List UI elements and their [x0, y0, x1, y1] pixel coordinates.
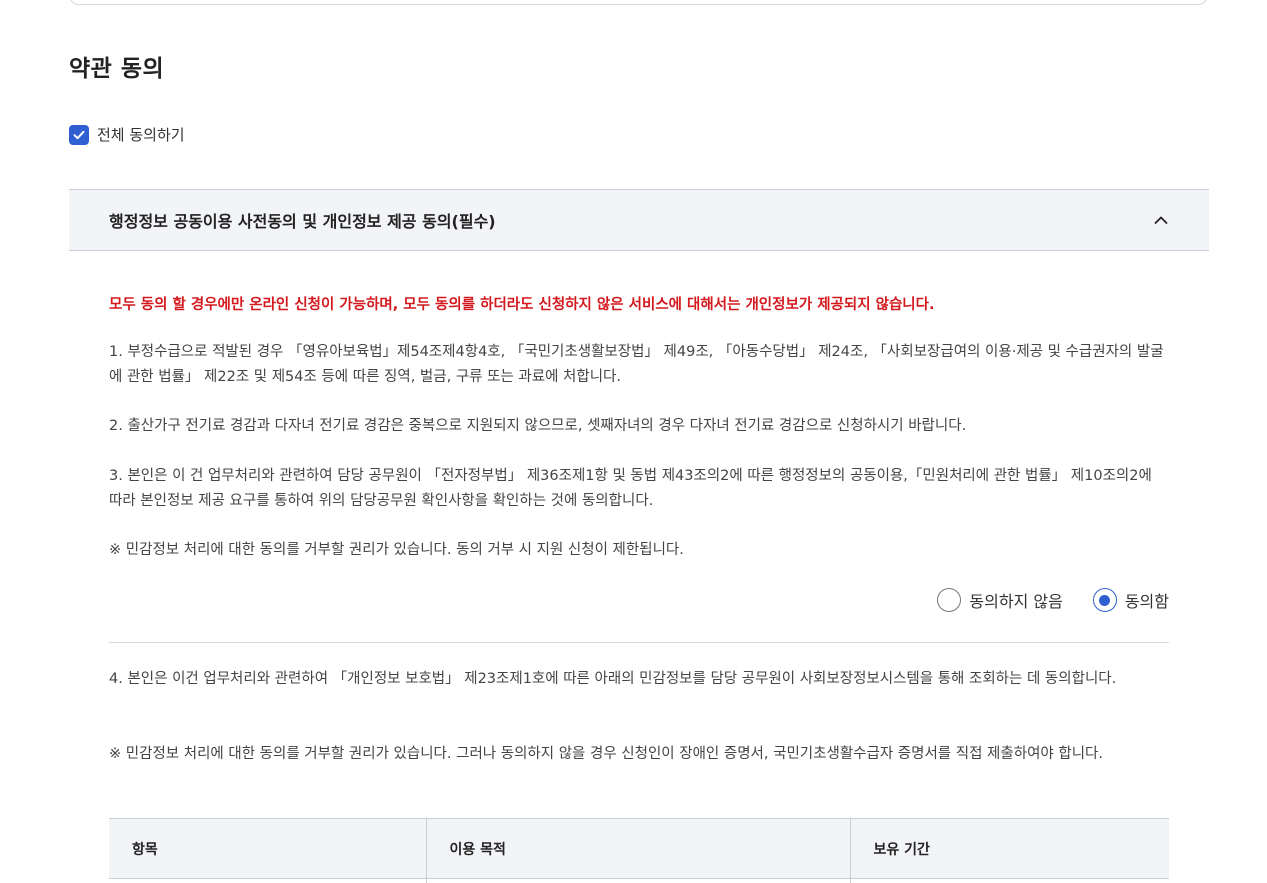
accordion-title: 행정정보 공동이용 사전동의 및 개인정보 제공 동의(필수): [109, 212, 496, 231]
sensitive-info-note-1: ※ 민감정보 처리에 대한 동의를 거부할 권리가 있습니다. 동의 거부 시 …: [109, 542, 684, 558]
agree-all-checkbox[interactable]: 전체 동의하기: [69, 124, 185, 145]
warning-text: 모두 동의 할 경우에만 온라인 신청이 가능하며, 모두 동의를 하더라도 신…: [109, 297, 935, 313]
accordion-header[interactable]: 행정정보 공동이용 사전동의 및 개인정보 제공 동의(필수): [69, 189, 1209, 251]
table-header-item: 항목: [109, 818, 426, 879]
table-header-purpose: 이용 목적: [425, 818, 850, 879]
agree-all-label: 전체 동의하기: [97, 126, 185, 144]
consent-item-3: 3. 본인은 이 건 업무처리와 관련하여 담당 공무원이 「전자정부법」 제3…: [109, 468, 1152, 509]
previous-section-box: [69, 0, 1208, 5]
radio-disagree-label: 동의하지 않음: [969, 592, 1063, 611]
consent-item-1: 1. 부정수급으로 적발된 경우 「영유아보육법」제54조제4항4호, 「국민기…: [109, 344, 1164, 385]
divider: [109, 642, 1169, 643]
table-row: [109, 878, 1169, 883]
radio-agree-circle[interactable]: [1092, 588, 1117, 612]
sensitive-info-note-2: ※ 민감정보 처리에 대한 동의를 거부할 권리가 있습니다. 그러나 동의하지…: [109, 746, 1103, 762]
check-icon[interactable]: [69, 124, 89, 145]
radio-disagree-circle[interactable]: [937, 588, 962, 612]
chevron-up-icon[interactable]: [1153, 212, 1169, 228]
consent-radio-group: 동의하지 않음 동의함: [907, 588, 1169, 612]
sensitive-info-table: 항목 이용 목적 보유 기간: [109, 818, 1169, 883]
table-header-retention: 보유 기간: [849, 818, 1169, 879]
radio-agree[interactable]: 동의함: [1092, 588, 1169, 612]
page-title: 약관 동의: [69, 56, 165, 82]
consent-item-4: 4. 본인은 이건 업무처리와 관련하여 「개인정보 보호법」 제23조제1호에…: [109, 671, 1117, 687]
radio-disagree[interactable]: 동의하지 않음: [937, 588, 1063, 612]
consent-item-2: 2. 출산가구 전기료 경감과 다자녀 전기료 경감은 중복으로 지원되지 않으…: [109, 418, 967, 434]
radio-agree-label: 동의함: [1124, 592, 1169, 611]
